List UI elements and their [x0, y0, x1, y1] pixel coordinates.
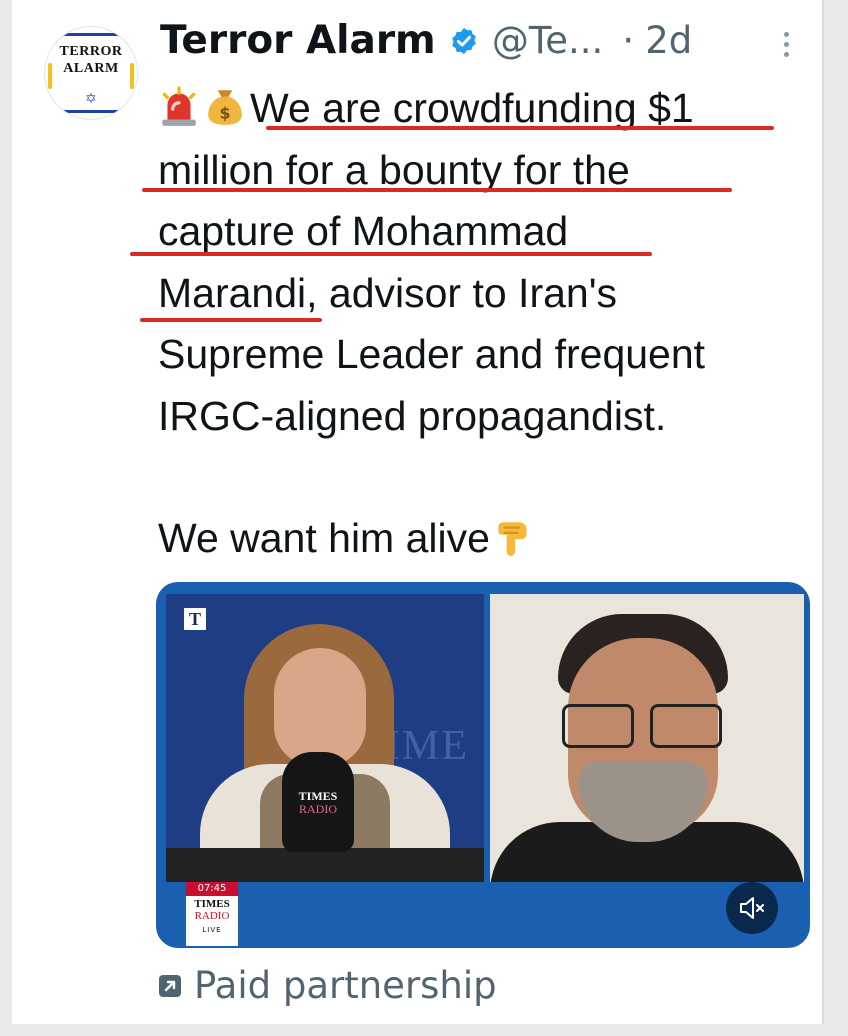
text-line-5: Supreme Leader and frequent — [158, 331, 706, 377]
video-player[interactable]: T IME TIMES RADIO 07:45 TIMES RADIO LIVE — [156, 582, 810, 948]
text-paragraph-2: We want him alive — [158, 508, 818, 570]
money-bag-emoji: $ — [208, 90, 242, 125]
more-options-icon[interactable] — [784, 32, 792, 62]
lower-third-line2: RADIO — [194, 910, 230, 922]
text-line-1: $ We are crowdfunding $1 — [158, 78, 818, 140]
avatar[interactable]: TERROR ALARM ✡ — [44, 26, 138, 120]
lower-third-time: 07:45 — [186, 882, 238, 896]
studio-desk — [166, 848, 484, 882]
mention-marandi: Marandi — [158, 269, 307, 316]
second-paragraph: We want him alive — [158, 515, 490, 561]
lower-third-logo: 07:45 TIMES RADIO LIVE — [186, 882, 238, 946]
guest-glasses — [562, 704, 722, 748]
card-right-border — [822, 0, 824, 1024]
annotation-underline-2 — [142, 188, 732, 192]
mute-button[interactable] — [726, 882, 778, 934]
tweet-header: Terror Alarm @Te... · 2d — [160, 18, 692, 74]
text-line-4: Marandi, advisor to Iran's — [158, 263, 818, 325]
backhand-index-pointing-down-emoji — [498, 522, 527, 556]
text-line-6: IRGC-aligned propagandist. — [158, 392, 667, 439]
avatar-logo-line2: ALARM — [63, 61, 119, 76]
mic-label: TIMES RADIO — [282, 790, 354, 816]
mic-label-line2: RADIO — [299, 802, 337, 816]
separator-dot: · — [622, 19, 635, 62]
channel-badge: T — [184, 608, 206, 630]
studio-background-text: IME — [386, 723, 469, 769]
annotation-underline-1 — [266, 126, 774, 130]
avatar-ring-bottom — [57, 104, 125, 113]
microphone: TIMES RADIO — [282, 752, 354, 852]
presenter-face — [274, 648, 366, 766]
text-line-4-rest: , advisor to Iran's — [306, 269, 618, 316]
paid-partnership-row[interactable]: Paid partnership — [158, 964, 497, 1012]
verified-badge-icon — [452, 27, 476, 54]
text-line-1-content: We are crowdfunding $1 — [250, 85, 694, 131]
author-name[interactable]: Terror Alarm — [160, 18, 436, 63]
tweet-card[interactable]: TERROR ALARM ✡ Terror Alarm @Te... · 2d — [12, 0, 824, 1024]
avatar-logo-line1: TERROR — [59, 44, 123, 59]
annotation-underline-3 — [130, 252, 652, 256]
video-left-panel: T IME TIMES RADIO — [166, 594, 484, 882]
lower-third-line3: LIVE — [202, 926, 222, 934]
paid-partnership-label: Paid partnership — [194, 964, 497, 1007]
video-right-panel — [490, 594, 804, 882]
tweet-text: $ We are crowdfunding $1 million for a b… — [158, 78, 818, 570]
svg-text:$: $ — [220, 104, 231, 123]
lower-third-line1: TIMES — [194, 898, 230, 910]
avatar-ring-top — [57, 33, 125, 42]
author-handle[interactable]: @Te... — [492, 19, 603, 62]
timestamp[interactable]: 2d — [645, 19, 692, 62]
annotation-underline-4 — [140, 318, 322, 322]
police-light-emoji — [162, 86, 196, 126]
speaker-muted-icon — [740, 897, 764, 919]
arrow-up-right-box-icon — [159, 974, 181, 997]
